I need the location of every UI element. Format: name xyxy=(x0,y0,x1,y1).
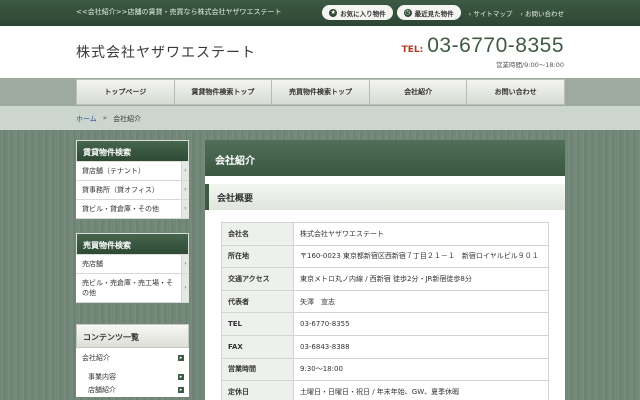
sidebar-item-sale-shop[interactable]: 売店舗 › xyxy=(76,255,189,274)
favorites-label: お気に入り物件 xyxy=(340,9,386,18)
top-bar: <<会社紹介>>店舗の賃貸・売買なら株式会社ヤザワエステート ★ お気に入り物件 … xyxy=(0,0,640,26)
clock-icon: ◷ xyxy=(403,8,412,17)
sitemap-link[interactable]: › サイトマップ xyxy=(469,8,513,18)
sale-search-title: 売買物件検索 xyxy=(76,233,189,255)
global-nav-bar: トップページ 賃貸物件検索トップ 売買物件検索トップ 会社紹介 お問い合わせ xyxy=(0,78,640,106)
row-value: 9:30〜18:00 xyxy=(293,357,549,382)
tel-label: TEL: xyxy=(401,45,424,55)
site-tagline: <<会社紹介>>店舗の賃貸・売買なら株式会社ヤザワエステート xyxy=(76,8,282,16)
sale-search-menu: 売買物件検索 売店舗 › 売ビル・売倉庫・売工場・その他 › xyxy=(76,233,189,303)
top-links: ★ お気に入り物件 ◷ 最近見た物件 › サイトマップ › お問い合わせ xyxy=(322,5,564,20)
sidebar-item-label: 貸ビル・貸倉庫・その他 xyxy=(82,205,159,213)
row-label: 代表者 xyxy=(221,289,294,314)
row-label: TEL xyxy=(221,312,294,336)
sidebar-item-label: 売店舗 xyxy=(82,260,103,268)
row-value: 土曜日・日曜日・祝日 / 年末年始、GW、夏季休暇 xyxy=(293,380,549,400)
contents-title: コンテンツ一覧 xyxy=(76,324,189,348)
row-label: 会社名 xyxy=(221,222,294,246)
contents-item-shop[interactable]: 店舗紹介 ▸ xyxy=(76,384,189,397)
nav-top[interactable]: トップページ xyxy=(77,80,175,104)
sidebar-item-label: 貸事務所（貸オフィス） xyxy=(82,186,159,194)
table-row: FAX 03-6843-8388 xyxy=(221,334,549,359)
table-row: 定休日 土曜日・日曜日・祝日 / 年末年始、GW、夏季休暇 xyxy=(221,380,549,400)
row-value: 03-6843-8388 xyxy=(293,334,549,359)
table-row: 交通アクセス 東京メトロ丸ノ内線 / 西新宿 徒歩2分・JR新宿徒歩8分 xyxy=(221,267,549,291)
row-label: 所在地 xyxy=(221,244,294,269)
sidebar-item-rent-building[interactable]: 貸ビル・貸倉庫・その他 › xyxy=(76,200,189,219)
breadcrumb: ホーム » 会社紹介 xyxy=(0,106,640,130)
breadcrumb-home[interactable]: ホーム xyxy=(76,114,97,124)
row-label: 営業時間 xyxy=(221,357,294,382)
sidebar-item-rent-shop[interactable]: 貸店舗（テナント） › xyxy=(76,162,189,181)
contents-item-label: 会社紹介 xyxy=(82,354,110,362)
sidebar-item-label: 貸店舗（テナント） xyxy=(82,167,145,175)
main-content: 会社紹介 会社概要 会社名 株式会社ヤザワエステート 所在地 〒160-0023 東… xyxy=(205,140,565,400)
contents-item-business[interactable]: 事業内容 ▸ xyxy=(76,371,189,384)
nav-contact[interactable]: お問い合わせ xyxy=(467,80,564,104)
table-row: 代表者 矢澤 宣志 xyxy=(221,289,549,314)
row-value: 03-6770-8355 xyxy=(293,312,549,336)
row-value: 東京メトロ丸ノ内線 / 西新宿 徒歩2分・JR新宿徒歩8分 xyxy=(293,267,549,291)
table-row: TEL 03-6770-8355 xyxy=(221,312,549,336)
row-value: 〒160-0023 東京都新宿区西新宿７丁目２１－１ 新宿ロイヤルビル９０１ xyxy=(293,244,549,269)
table-row: 所在地 〒160-0023 東京都新宿区西新宿７丁目２１－１ 新宿ロイヤルビル９０… xyxy=(221,244,549,269)
sidebar-item-rent-office[interactable]: 貸事務所（貸オフィス） › xyxy=(76,181,189,200)
global-nav: トップページ 賃貸物件検索トップ 売買物件検索トップ 会社紹介 お問い合わせ xyxy=(76,79,565,105)
row-label: 定休日 xyxy=(221,380,294,400)
chevron-right-icon: › xyxy=(181,162,189,180)
arrow-right-icon: ▸ xyxy=(178,387,184,393)
tel-number: 03-6770-8355 xyxy=(427,34,564,57)
rent-search-menu: 賃貸物件検索 貸店舗（テナント） › 貸事務所（貸オフィス） › 貸ビル・貸倉庫・そ… xyxy=(76,140,189,219)
row-label: FAX xyxy=(221,334,294,359)
contents-list: 会社紹介 ▸ 事業内容 ▸ 店舗紹介 ▸ xyxy=(76,348,189,397)
breadcrumb-current: 会社紹介 xyxy=(113,115,142,123)
site-header: 株式会社ヤザワエステート TEL: 03-6770-8355 営業時間/9:00… xyxy=(0,26,640,78)
business-hours: 営業時間/9:00〜18:00 xyxy=(495,61,564,69)
chevron-right-icon: › xyxy=(181,181,189,199)
row-value: 株式会社ヤザワエステート xyxy=(293,222,549,246)
contact-label: お問い合わせ xyxy=(525,9,564,18)
contact-link[interactable]: › お問い合わせ xyxy=(520,8,564,18)
nav-rent-search[interactable]: 賃貸物件検索トップ xyxy=(175,80,273,104)
company-logo[interactable]: 株式会社ヤザワエステート xyxy=(76,42,256,62)
row-label: 交通アクセス xyxy=(221,267,294,291)
chevron-right-icon: › xyxy=(181,274,189,302)
recent-label: 最近見た物件 xyxy=(414,9,454,18)
chevron-right-icon: › xyxy=(181,255,189,273)
section-title: 会社概要 xyxy=(205,184,565,210)
phone-block: TEL: 03-6770-8355 xyxy=(402,34,564,58)
chevron-right-icon: › xyxy=(181,200,189,218)
contents-item-label: 店舗紹介 xyxy=(88,386,116,394)
row-value: 矢澤 宣志 xyxy=(293,289,549,314)
breadcrumb-separator: » xyxy=(102,114,108,122)
recent-button[interactable]: ◷ 最近見た物件 xyxy=(396,5,461,20)
breadcrumb-list: ホーム » 会社紹介 xyxy=(76,114,141,124)
nav-sale-search[interactable]: 売買物件検索トップ xyxy=(272,80,370,104)
arrow-right-icon: ▸ xyxy=(178,355,184,361)
rent-search-title: 賃貸物件検索 xyxy=(76,140,189,162)
favorites-button[interactable]: ★ お気に入り物件 xyxy=(322,5,393,20)
contents-item-label: 事業内容 xyxy=(88,373,116,381)
page-title: 会社紹介 xyxy=(205,140,565,176)
table-row: 会社名 株式会社ヤザワエステート xyxy=(221,222,549,246)
sitemap-label: サイトマップ xyxy=(473,9,513,18)
contents-item-company[interactable]: 会社紹介 ▸ xyxy=(76,352,189,365)
sidebar-item-sale-building[interactable]: 売ビル・売倉庫・売工場・その他 › xyxy=(76,274,189,303)
contents-menu: コンテンツ一覧 会社紹介 ▸ 事業内容 ▸ 店舗紹介 ▸ xyxy=(76,324,189,397)
table-row: 営業時間 9:30〜18:00 xyxy=(221,357,549,382)
nav-company[interactable]: 会社紹介 xyxy=(370,80,468,104)
arrow-right-icon: ▸ xyxy=(178,374,184,380)
sidebar-item-label: 売ビル・売倉庫・売工場・その他 xyxy=(82,279,173,297)
company-info-table: 会社名 株式会社ヤザワエステート 所在地 〒160-0023 東京都新宿区西新宿７丁… xyxy=(221,222,549,400)
star-icon: ★ xyxy=(329,8,338,17)
